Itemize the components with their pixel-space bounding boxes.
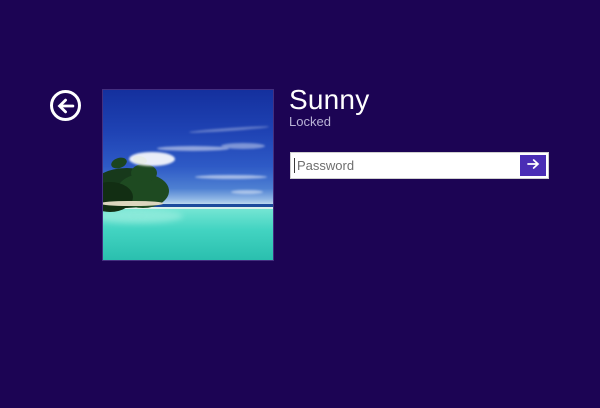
- password-field-container: [290, 152, 549, 179]
- submit-button[interactable]: [520, 155, 546, 176]
- lock-screen: Sunny Locked: [0, 0, 600, 408]
- back-button[interactable]: [50, 90, 81, 121]
- user-avatar: [102, 89, 274, 261]
- user-status: Locked: [289, 114, 331, 129]
- submit-arrow-icon: [525, 156, 541, 175]
- user-name: Sunny: [289, 84, 370, 115]
- back-arrow-icon: [55, 95, 77, 117]
- password-input[interactable]: [291, 153, 519, 178]
- text-caret: [294, 158, 295, 173]
